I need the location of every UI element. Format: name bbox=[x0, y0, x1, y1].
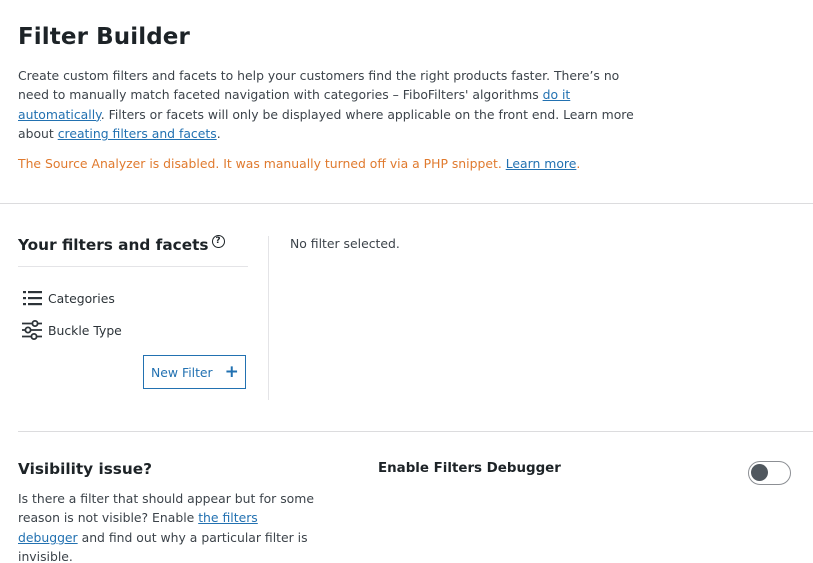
filter-item-buckle-type[interactable]: Buckle Type bbox=[18, 314, 122, 346]
no-filter-message: No filter selected. bbox=[290, 236, 400, 251]
new-filter-button[interactable]: New Filter + bbox=[143, 355, 246, 389]
debugger-label: Enable Filters Debugger bbox=[378, 461, 561, 476]
filter-item-categories[interactable]: Categories bbox=[18, 282, 122, 314]
warning-end: . bbox=[576, 156, 581, 171]
sliders-icon bbox=[21, 319, 43, 341]
filter-item-label: Buckle Type bbox=[48, 322, 122, 338]
page-title: Filter Builder bbox=[18, 24, 190, 50]
intro-text: Create custom filters and facets to help… bbox=[18, 66, 643, 144]
visibility-text-part1: Is there a filter that should appear but… bbox=[18, 491, 314, 526]
toggle-knob bbox=[751, 464, 768, 481]
filters-panel-title-text: Your filters and facets bbox=[18, 236, 209, 254]
bottom-divider bbox=[18, 431, 813, 432]
panel-divider bbox=[18, 266, 248, 267]
top-divider bbox=[0, 203, 813, 204]
plus-icon: + bbox=[224, 361, 239, 382]
help-icon[interactable]: ? bbox=[211, 234, 225, 248]
intro-text-part1: Create custom filters and facets to help… bbox=[18, 68, 620, 103]
list-icon bbox=[21, 287, 43, 309]
intro-text-part3: . bbox=[216, 126, 221, 142]
panel-vertical-divider bbox=[268, 236, 269, 400]
filter-item-label: Categories bbox=[48, 290, 115, 306]
filters-panel-title: Your filters and facets? bbox=[18, 234, 225, 254]
new-filter-label: New Filter bbox=[151, 364, 213, 380]
creating-filters-link[interactable]: creating filters and facets bbox=[58, 126, 217, 141]
learn-more-link[interactable]: Learn more bbox=[506, 156, 577, 171]
visibility-title: Visibility issue? bbox=[18, 460, 153, 478]
source-analyzer-warning: The Source Analyzer is disabled. It was … bbox=[18, 154, 580, 173]
visibility-help-text: Is there a filter that should appear but… bbox=[18, 489, 318, 563]
debugger-toggle[interactable] bbox=[748, 461, 791, 485]
warning-text: The Source Analyzer is disabled. It was … bbox=[18, 156, 506, 171]
filter-list: Categories Buckle Type bbox=[18, 282, 122, 346]
